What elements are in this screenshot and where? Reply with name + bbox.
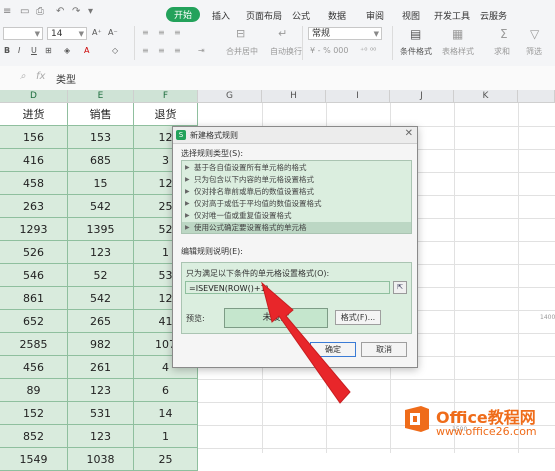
- annotation-arrow-icon: [261, 281, 351, 404]
- watermark-url: www.office26.com: [436, 425, 537, 438]
- office-logo-icon: [405, 406, 429, 432]
